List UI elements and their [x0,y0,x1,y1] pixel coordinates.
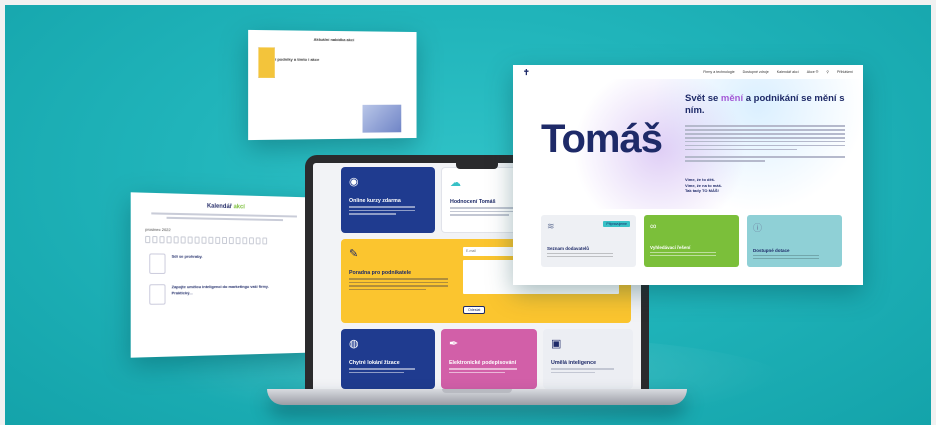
nav-item[interactable]: Firmy a technologie [703,70,734,74]
calendar-page: Kalendář akcí prosinec 2022 Sdí se prohr… [130,192,316,358]
gallery-title: Aktuální nabídka akcí [313,36,355,43]
calendar-day-strip[interactable] [145,235,315,245]
pen-icon: ✒ [449,338,459,350]
event-date-icon [149,284,166,305]
tile-online-courses[interactable]: ◉ Online kurzy zdarma [341,167,435,233]
gallery-thumbnail [362,104,402,133]
card-grants[interactable]: ⓘ Dostupné dotace [747,215,842,267]
nav-item[interactable]: Akce ® [807,70,819,74]
card-suppliers[interactable]: ≋ Připravujeme Seznam dodavatelů [541,215,636,267]
tile-title: Umělá inteligence [551,360,597,366]
eye-icon: ◉ [349,176,359,188]
event-title: Zapojte umělou inteligenci do marketingu… [171,283,269,296]
service-cards: ≋ Připravujeme Seznam dodavatelů ∞ Vyhle… [541,215,842,267]
cross-logo-icon[interactable]: ✝ [523,68,530,77]
tile-ai[interactable]: ▣ Umělá inteligence [543,329,633,389]
calendar-title: Kalendář akcí [206,203,245,211]
calendar-event[interactable]: Zapojte umělou inteligenci do marketingu… [149,284,315,305]
search-icon[interactable]: ⚲ [826,70,829,74]
background-stage: Aktuální nabídka akcí Kulturní podniky a… [5,5,931,425]
link-icon: ∞ [650,221,657,231]
calendar-event[interactable]: Sdí se prohraby. [149,253,315,274]
tomas-homepage: ✝ Firmy a technologie Dostupné zdroje Ka… [513,65,863,285]
tile-title: Elektronické podepisování [449,360,517,366]
tomas-logo: Tomáš [541,117,663,161]
calendar-intro [151,212,297,222]
tile-title: Chytré lokání žizace [349,360,400,366]
chip-icon: ▣ [551,338,562,350]
globe-icon: ◍ [349,338,359,350]
hero-motto: Víme, že to děš. Víme, že na to máš. Tak… [685,177,722,193]
tile-e-signature[interactable]: ✒ Elektronické podepisování [441,329,537,389]
submit-button[interactable]: Odeslat [463,306,486,314]
login-link[interactable]: Přihlášení [837,70,853,74]
laptop-base [267,389,687,405]
info-icon: ⓘ [753,223,763,233]
tile-smart-cities[interactable]: ◍ Chytré lokání žizace [341,329,435,389]
event-date-icon [149,253,166,274]
calendar-month: prosinec 2022 [145,226,171,233]
events-gallery-page: Aktuální nabídka akcí Kulturní podniky a… [248,29,417,141]
hero-paragraph [685,123,845,164]
tile-title: Online kurzy zdarma [349,198,401,204]
camera-notch [456,163,498,169]
gallery-tile[interactable] [258,47,275,78]
nav-item[interactable]: Dostupné zdroje [743,70,769,74]
gallery-tiles [258,47,407,78]
nav-item[interactable]: Kalendář akcí [777,70,799,74]
hero-headline: Svět se mění a podnikání se mění s ním. [685,93,845,116]
card-search[interactable]: ∞ Vyhledávací řešení [644,215,739,267]
card-title: Vyhledávací řešení [650,245,691,250]
card-title: Seznam dodavatelů [547,246,590,251]
status-badge: Připravujeme [603,221,630,227]
top-navigation: ✝ Firmy a technologie Dostupné zdroje Ka… [513,65,863,79]
card-title: Dostupné dotace [753,248,790,253]
event-title: Sdí se prohraby. [171,253,203,259]
